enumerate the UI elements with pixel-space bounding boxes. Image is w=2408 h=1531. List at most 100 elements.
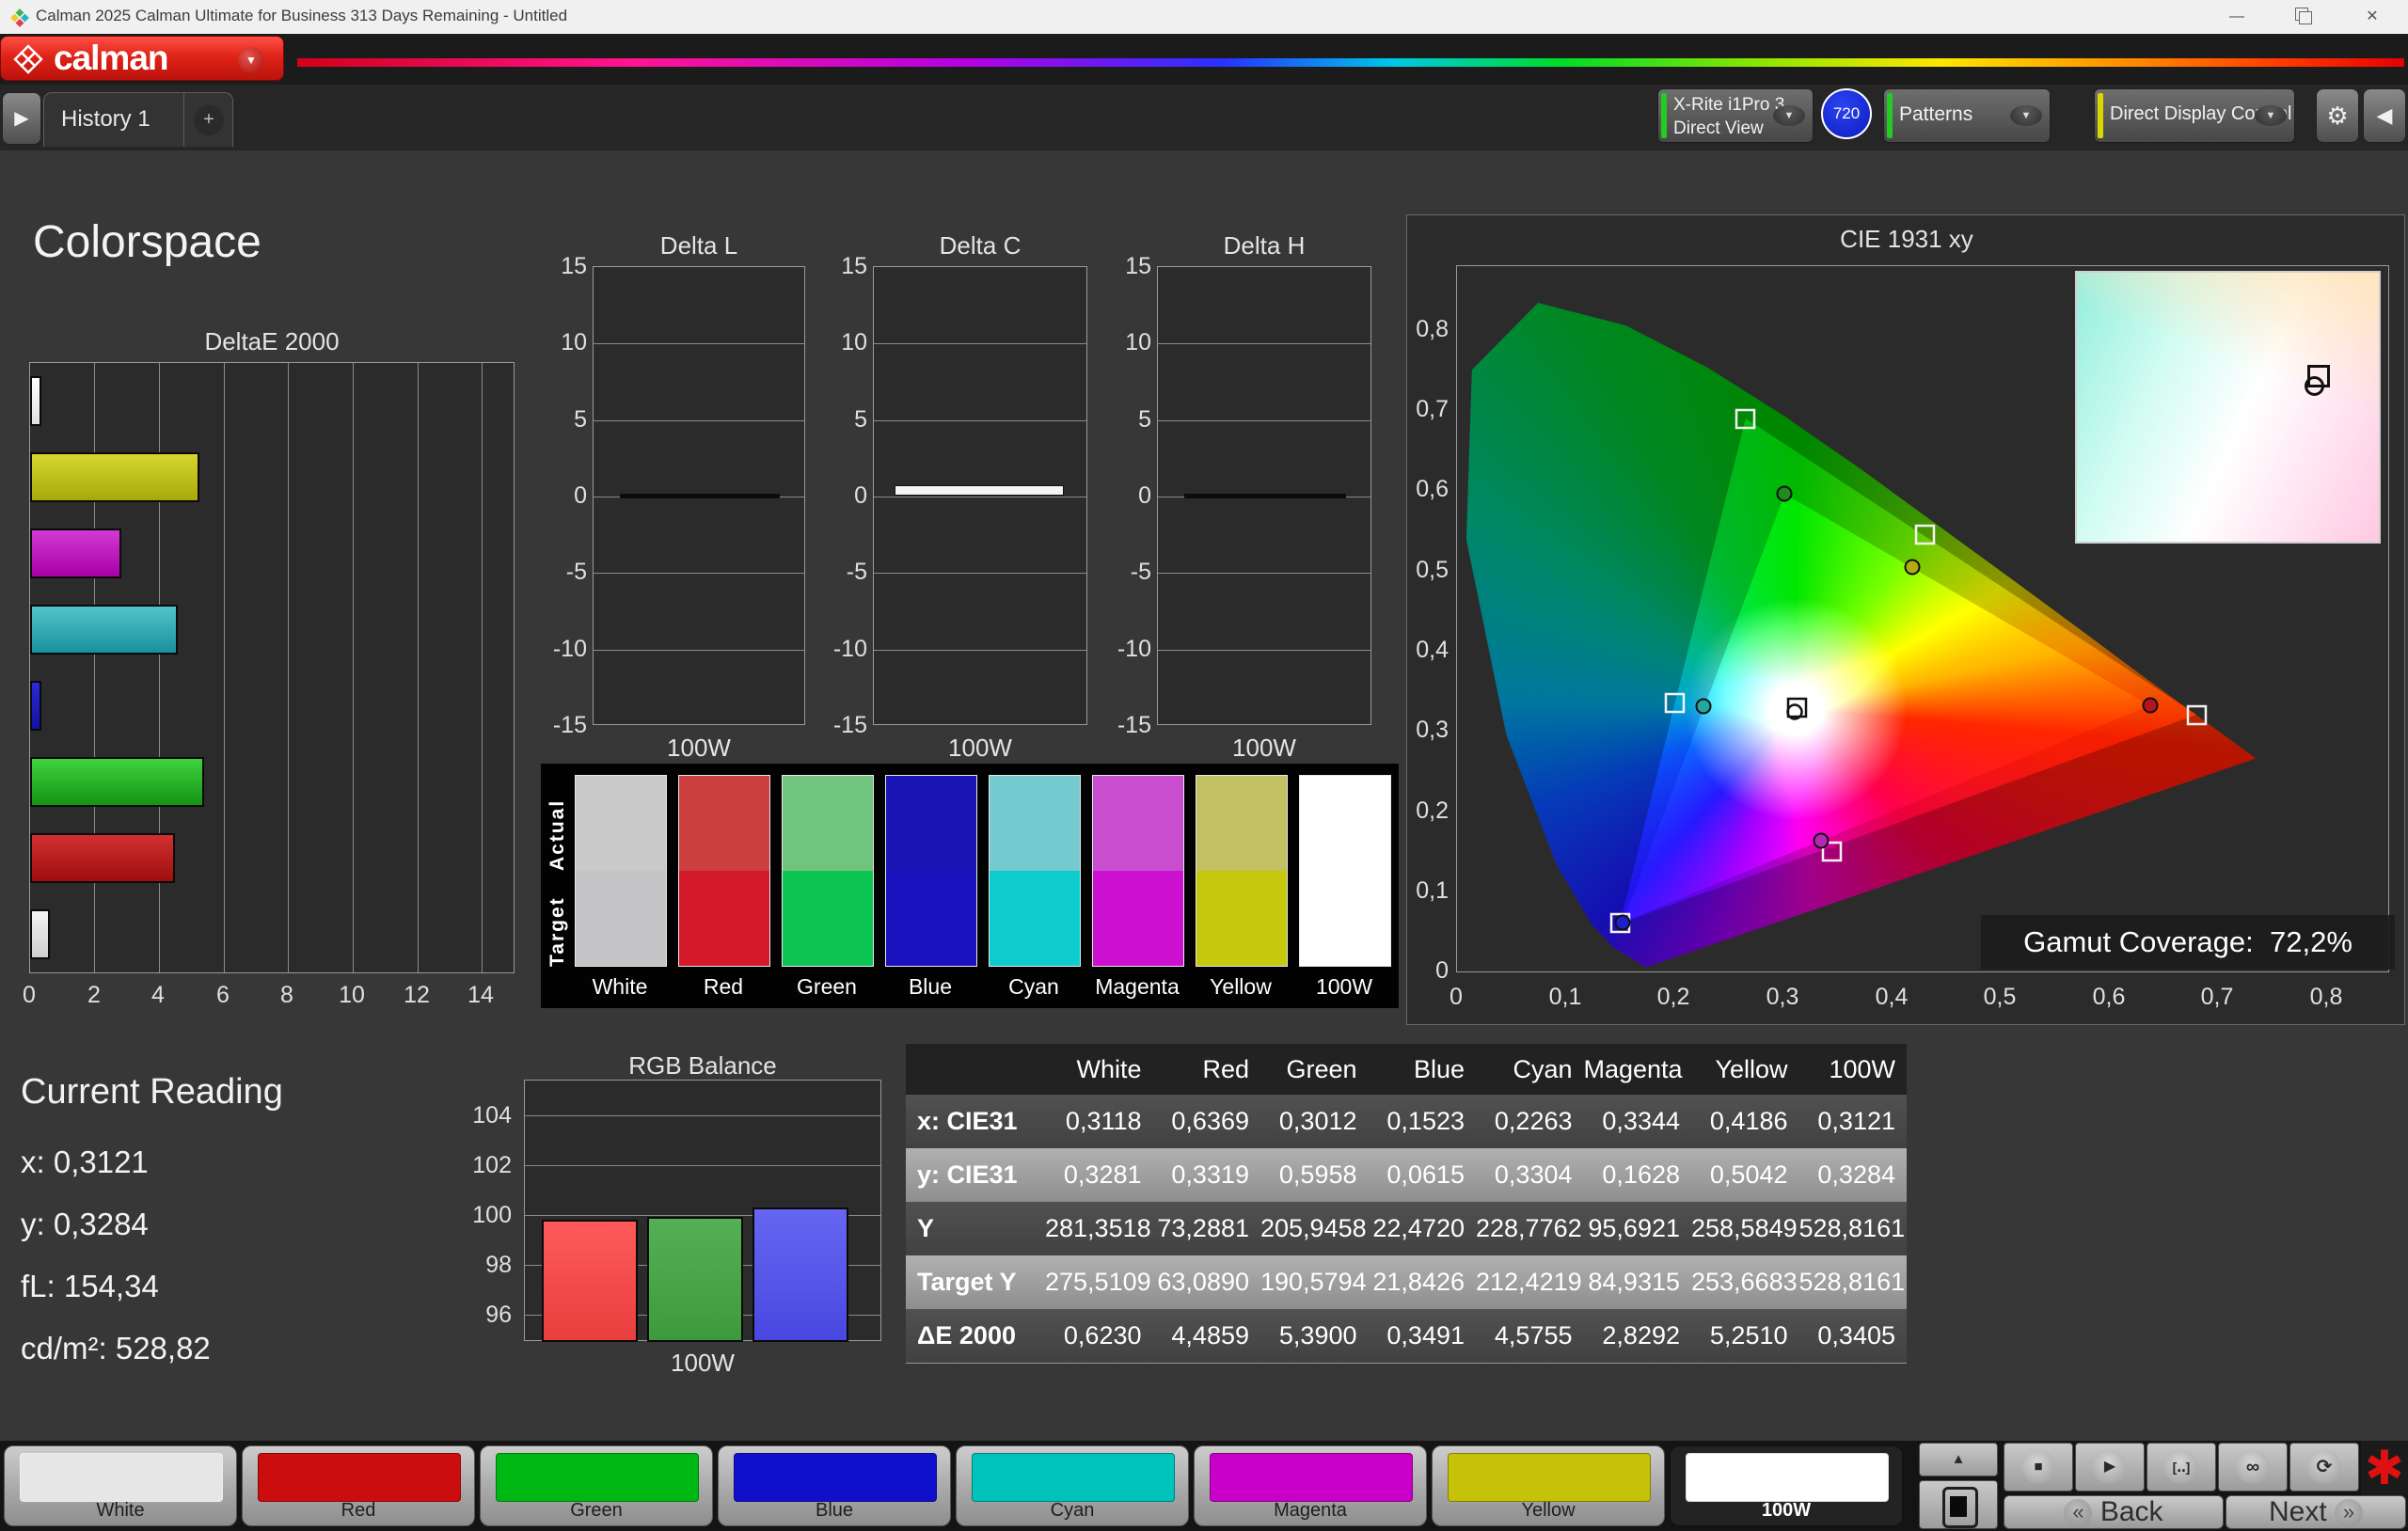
table-value: 0,2263 <box>1476 1095 1584 1148</box>
row-label: x: CIE31 <box>906 1095 1045 1148</box>
tick-label: 15 <box>1110 253 1151 280</box>
pattern-label: Magenta <box>1195 1500 1426 1522</box>
swatch-label: Blue <box>885 974 975 1000</box>
current-reading-title: Current Reading <box>21 1072 283 1113</box>
table-value: 258,5849 <box>1691 1202 1799 1255</box>
stop-button[interactable]: ■ <box>2004 1443 2073 1492</box>
rainbow-spectrum-strip <box>297 58 2404 67</box>
row-label: Target Y <box>906 1255 1045 1309</box>
swatch-column-green <box>782 775 874 967</box>
pattern-button-magenta[interactable]: Magenta <box>1194 1445 1427 1526</box>
asterisk-icon: ✱ <box>2365 1442 2404 1494</box>
delta-h-title: Delta H <box>1224 231 1306 260</box>
tick-label: 0 <box>546 482 587 510</box>
collapse-panel-button[interactable]: ◀ <box>2363 88 2406 143</box>
tick-label: 96 <box>470 1302 512 1329</box>
actual-row-label: Actual <box>547 781 569 871</box>
column-header: Blue <box>1369 1044 1477 1095</box>
gamut-coverage-value: 72,2% <box>2270 925 2353 958</box>
gear-icon: ⚙ <box>2326 102 2348 130</box>
calman-app-window: Calman 2025 Calman Ultimate for Business… <box>0 0 2408 1531</box>
pattern-label: Red <box>243 1500 474 1522</box>
actual-swatch <box>1300 776 1390 871</box>
meter-name: X-Rite i1Pro 3 <box>1673 95 1784 116</box>
pattern-button-white[interactable]: White <box>4 1445 237 1526</box>
back-button[interactable]: « Back <box>2004 1495 2224 1529</box>
column-header: Magenta <box>1584 1044 1692 1095</box>
pattern-button-blue[interactable]: Blue <box>718 1445 951 1526</box>
tick-label: 0 <box>826 482 867 510</box>
pattern-swatch <box>258 1453 461 1502</box>
measured-marker-blue <box>1616 916 1630 930</box>
tick-label: 0,1 <box>1549 984 1582 1011</box>
tick-label: 0,1 <box>1407 877 1449 905</box>
meter-mode: Direct View <box>1673 118 1764 139</box>
target-marker-red <box>2188 706 2206 724</box>
refresh-button[interactable]: ⟳ <box>2289 1443 2359 1492</box>
back-label: Back <box>2100 1496 2163 1527</box>
patterns-status-bar <box>1887 93 1893 138</box>
page-title: Colorspace <box>33 216 261 268</box>
deltae-chart-title: DeltaE 2000 <box>204 327 339 356</box>
pattern-label: Green <box>481 1500 712 1522</box>
target-swatch <box>679 871 769 966</box>
tab-scroll-button[interactable]: ▶ <box>2 92 41 145</box>
table-value: 0,6230 <box>1045 1309 1153 1363</box>
cie-plot: Gamut Coverage: 72,2% <box>1456 265 2389 972</box>
actual-swatch <box>679 776 769 871</box>
table-value: 4,5755 <box>1476 1309 1584 1363</box>
target-row-label: Target <box>547 876 569 967</box>
delta-l-plot <box>593 266 805 725</box>
deltae-bar-white <box>30 909 50 959</box>
close-button[interactable]: ✕ <box>2344 0 2400 34</box>
tick-label: 14 <box>467 982 494 1009</box>
pattern-size-button[interactable]: [‥] <box>2147 1443 2216 1492</box>
meter-dropdown[interactable]: X-Rite i1Pro 3 Direct View ▼ <box>1657 88 1814 143</box>
pattern-button-green[interactable]: Green <box>480 1445 713 1526</box>
measured-marker-cyan <box>1697 700 1711 714</box>
pattern-button-100w-selected[interactable]: 100W <box>1670 1445 1903 1526</box>
pattern-window-button[interactable] <box>1919 1480 1998 1529</box>
swatch-column-yellow <box>1196 775 1288 967</box>
tick-label: 12 <box>404 982 430 1009</box>
delta-h-plot <box>1157 266 1371 725</box>
loop-button[interactable]: ∞ <box>2218 1443 2288 1492</box>
measured-marker-green <box>1778 487 1792 501</box>
actual-swatch <box>886 776 976 871</box>
tick-label: 0,3 <box>1407 717 1449 744</box>
pattern-button-yellow[interactable]: Yellow <box>1432 1445 1665 1526</box>
table-value: 0,3284 <box>1799 1148 1908 1202</box>
table-value: 0,6369 <box>1153 1095 1261 1148</box>
swatch-column-magenta <box>1092 775 1184 967</box>
tick-label: 8 <box>280 982 293 1009</box>
tick-label: 5 <box>546 406 587 434</box>
restore-button[interactable] <box>2274 0 2331 34</box>
patterns-dropdown[interactable]: Patterns ▼ <box>1883 88 2051 143</box>
table-value: 0,3012 <box>1260 1095 1369 1148</box>
display-control-dropdown[interactable]: Direct Display Control ▼ <box>2094 88 2295 143</box>
minimize-button[interactable]: — <box>2209 0 2265 34</box>
next-button[interactable]: Next » <box>2226 1495 2406 1529</box>
pattern-swatch <box>972 1453 1175 1502</box>
row-label: y: CIE31 <box>906 1148 1045 1202</box>
delta-h-bar <box>1184 494 1346 498</box>
pattern-window-raise-button[interactable]: ▲ <box>1919 1443 1998 1476</box>
settings-button[interactable]: ⚙ <box>2316 88 2359 143</box>
table-row: Target Y 275,5109 63,0890 190,5794 21,84… <box>906 1255 1907 1309</box>
rgb-balance-plot <box>524 1080 881 1341</box>
table-value: 0,0615 <box>1369 1148 1477 1202</box>
table-value: 5,3900 <box>1260 1309 1369 1363</box>
tick-label: 10 <box>1110 329 1151 356</box>
tab-history-1[interactable]: History 1 + <box>43 92 233 147</box>
pattern-button-cyan[interactable]: Cyan <box>956 1445 1189 1526</box>
calman-menu-button[interactable]: calman ▼ <box>0 36 284 81</box>
meter-calibration-badge[interactable]: 720 <box>1821 88 1872 139</box>
calman-menu-arrow[interactable]: ▼ <box>238 47 264 73</box>
add-tab-button[interactable]: + <box>194 105 224 135</box>
pattern-button-red[interactable]: Red <box>242 1445 475 1526</box>
tick-label: 0,7 <box>2201 984 2234 1011</box>
play-button[interactable]: ▶ <box>2075 1443 2145 1492</box>
tick-label: 0,6 <box>1407 476 1449 503</box>
tick-label: 0,2 <box>1407 797 1449 825</box>
delta-c-plot <box>873 266 1087 725</box>
